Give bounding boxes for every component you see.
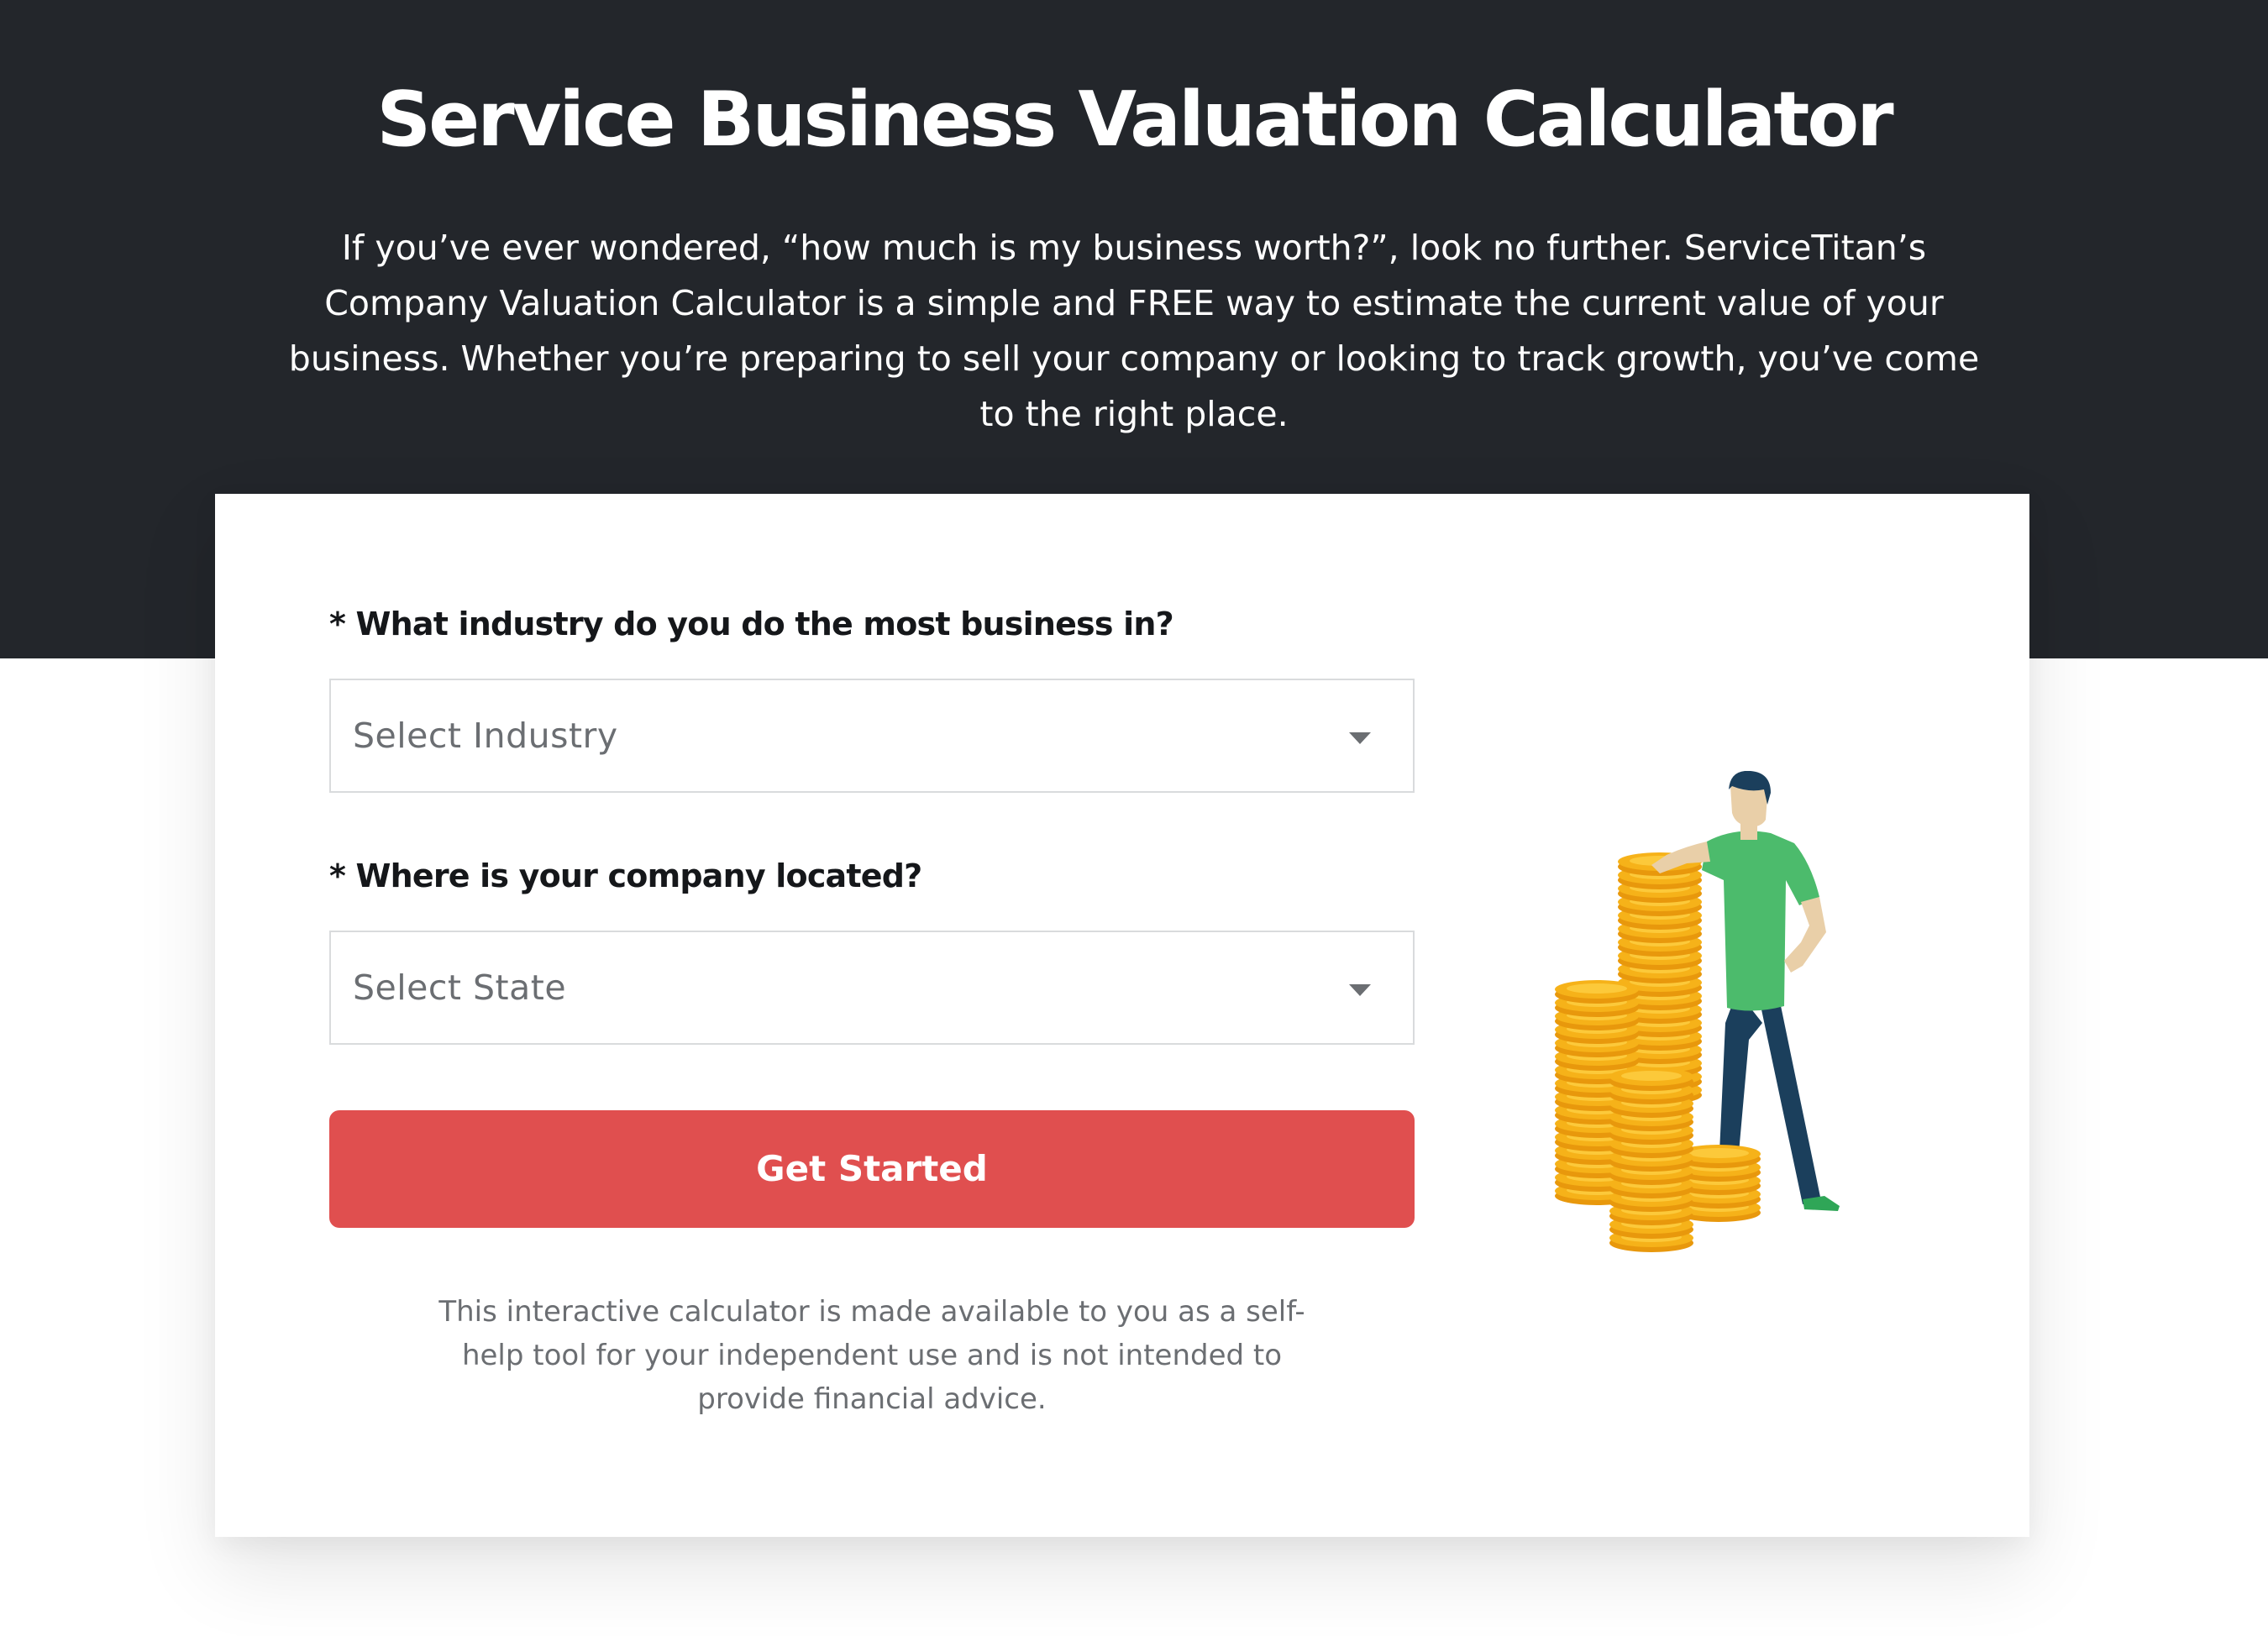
calculator-card: * What industry do you do the most busin… — [215, 494, 2029, 1537]
shirt — [1702, 831, 1819, 1011]
disclaimer-text: This interactive calculator is made avai… — [438, 1295, 1305, 1416]
page-title: Service Business Valuation Calculator — [376, 76, 1893, 164]
state-select-value: Select State — [353, 967, 567, 1008]
page-intro: If you’ve ever wondered, “how much is my… — [288, 228, 1980, 434]
coin-stack-front — [1609, 1067, 1693, 1252]
industry-select-value: Select Industry — [353, 716, 618, 756]
get-started-button[interactable]: Get Started — [329, 1110, 1415, 1228]
location-label: * Where is your company located? — [329, 857, 922, 894]
arm-on-hip — [1784, 897, 1826, 973]
chevron-down-icon — [1349, 984, 1371, 996]
man-with-coins-illustration — [1555, 771, 1840, 1252]
state-select[interactable]: Select State — [329, 931, 1415, 1045]
industry-select[interactable]: Select Industry — [329, 679, 1415, 793]
right-leg — [1759, 998, 1821, 1204]
industry-label: * What industry do you do the most busin… — [329, 606, 1174, 642]
chevron-down-icon — [1349, 732, 1371, 744]
